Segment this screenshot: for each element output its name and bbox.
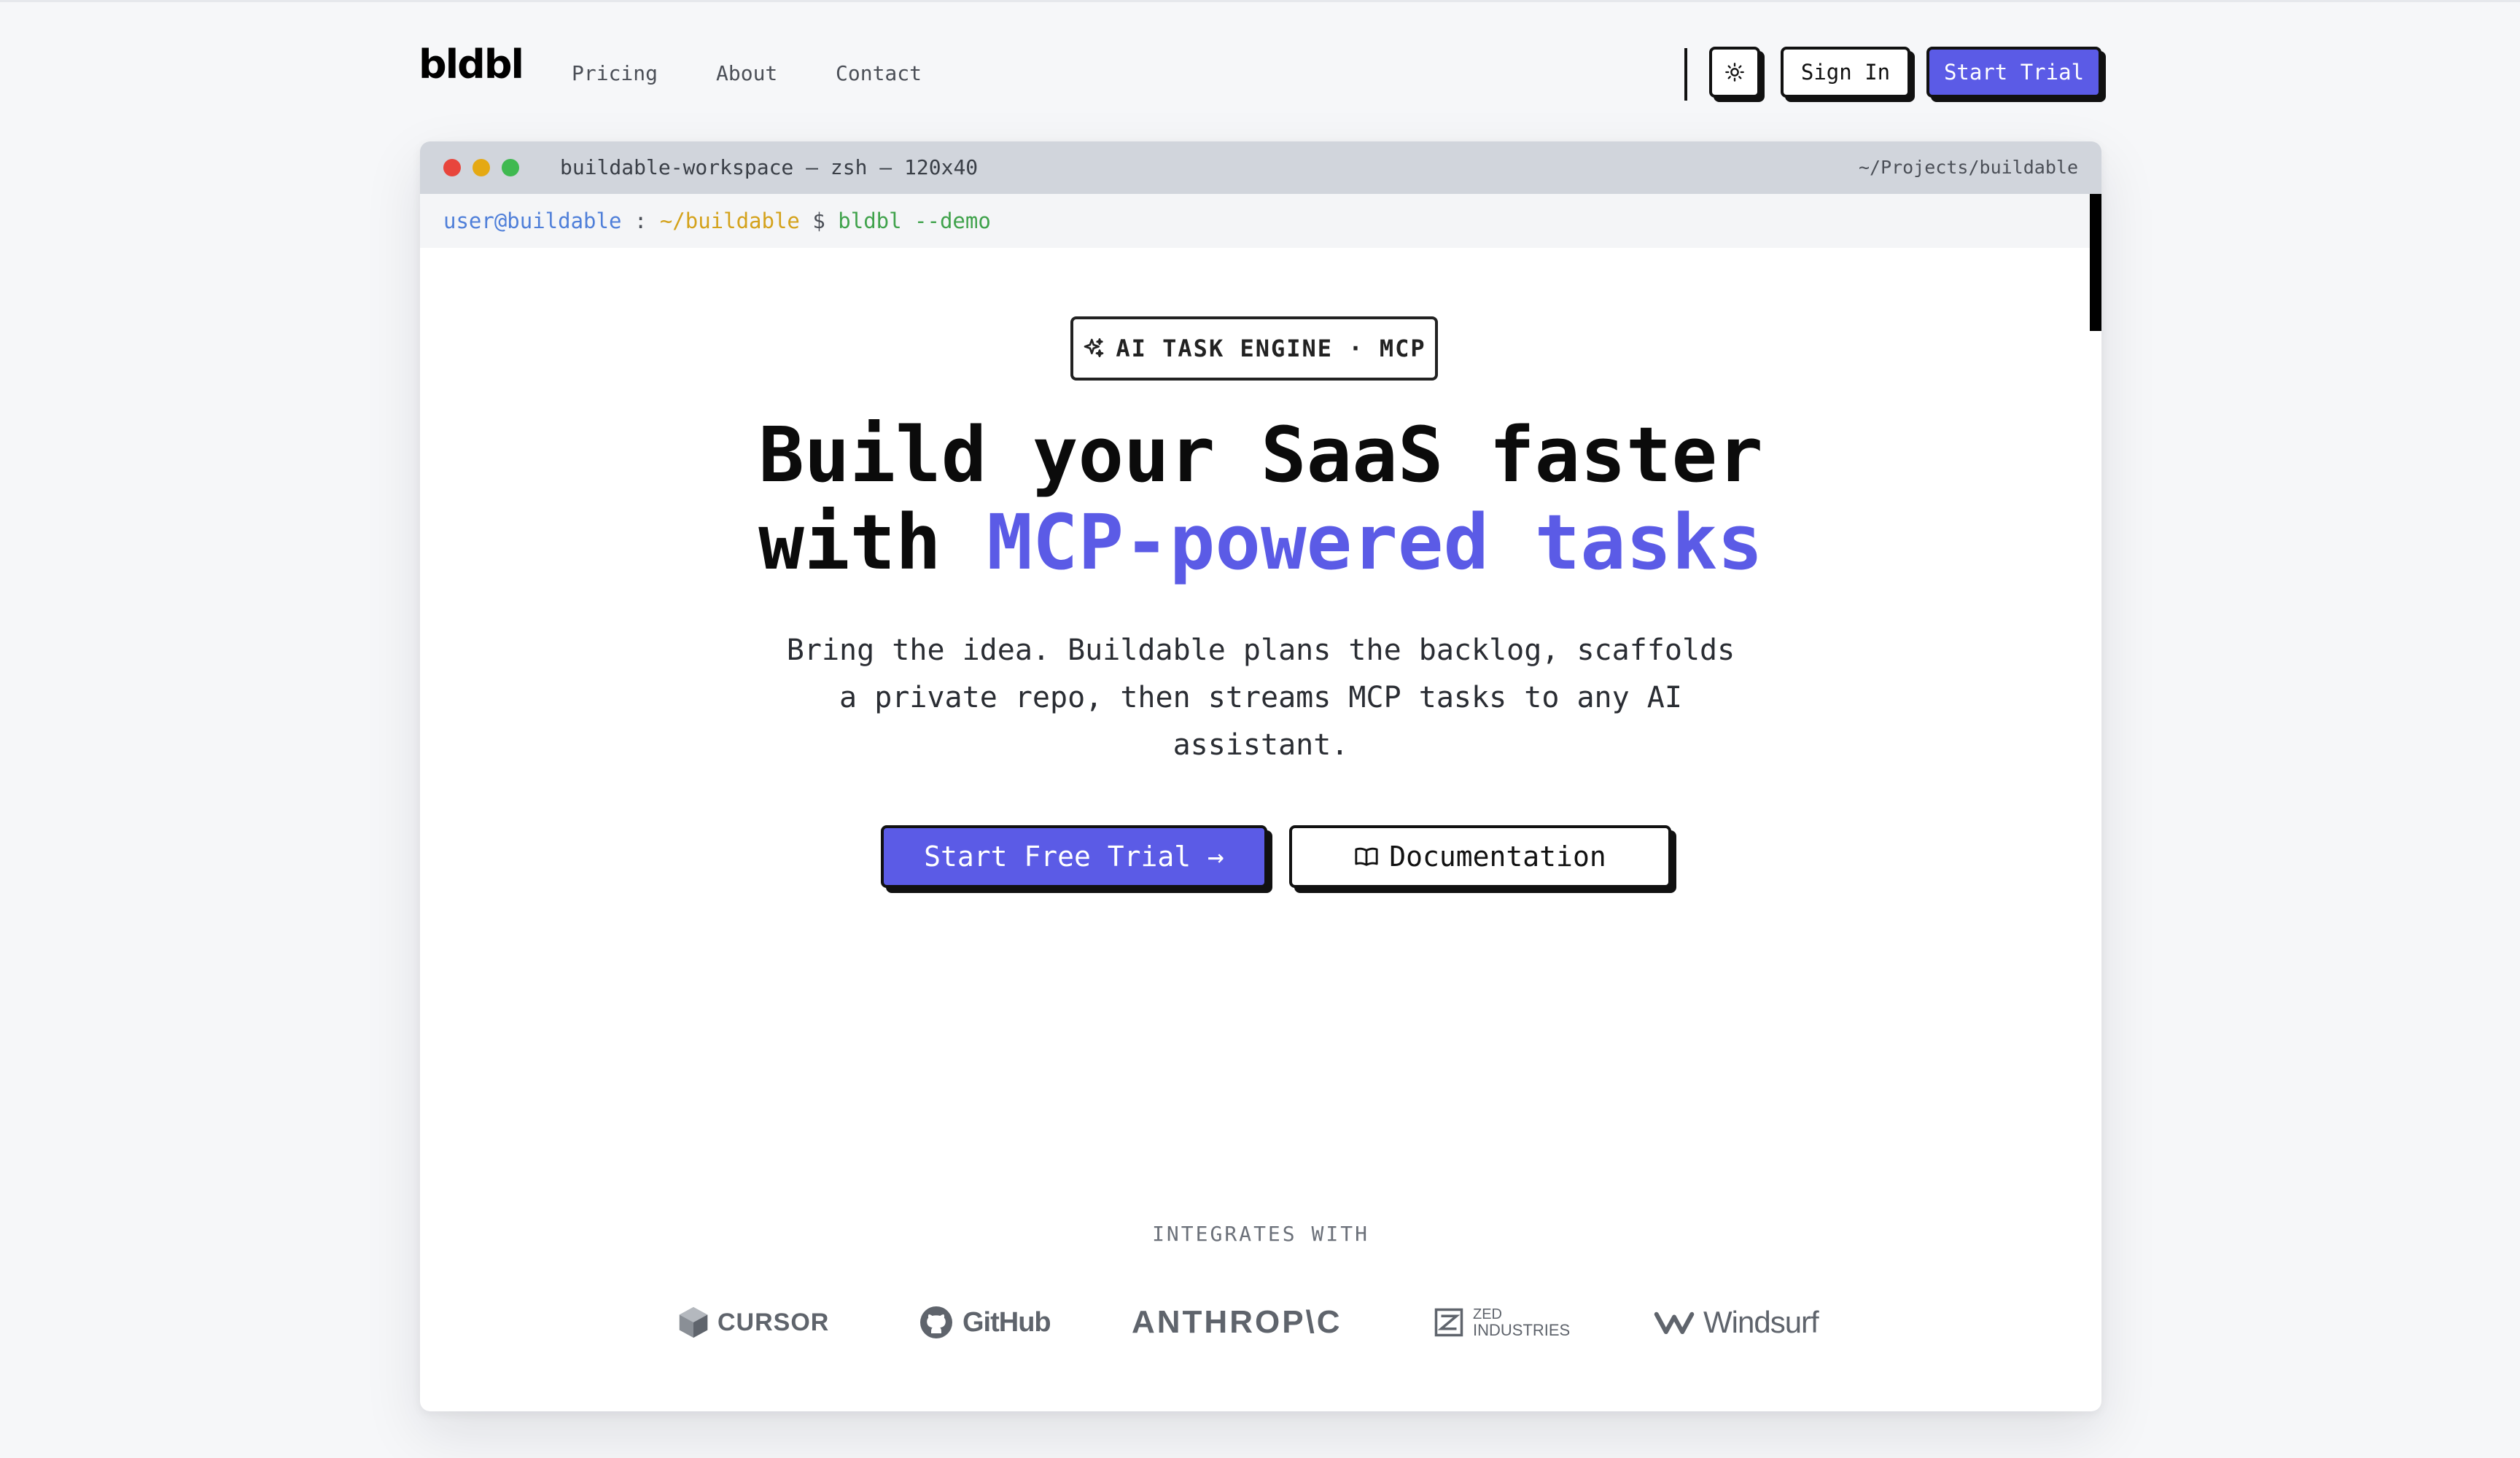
- terminal-prompt: user@buildable : ~/buildable $ bldbl --d…: [420, 194, 2101, 248]
- maximize-window-dot[interactable]: [502, 159, 519, 176]
- brand-github-label: GitHub: [962, 1306, 1051, 1338]
- windsurf-logo-icon: [1654, 1311, 1695, 1335]
- nav-link-contact[interactable]: Contact: [836, 61, 922, 86]
- terminal-window: buildable-workspace — zsh — 120x40 ~/Pro…: [420, 141, 2101, 1411]
- brand-zed-top: ZED: [1473, 1306, 1502, 1322]
- subtext-line-2: a private repo, then streams MCP tasks t…: [839, 681, 1682, 714]
- prompt-user: user@buildable: [443, 208, 622, 233]
- brand-zed: ZED INDUSTRIES: [1434, 1293, 1570, 1352]
- prompt-command: bldbl --demo: [838, 208, 991, 233]
- start-free-trial-button[interactable]: Start Free Trial →: [881, 825, 1267, 888]
- headline-line-2-prefix: with: [758, 498, 987, 587]
- sparkle-icon: [1084, 338, 1104, 357]
- nav-divider: [1684, 48, 1687, 101]
- theme-toggle-button[interactable]: [1709, 47, 1760, 98]
- prompt-separator: :: [621, 208, 660, 233]
- sign-in-button[interactable]: Sign In: [1781, 47, 1910, 98]
- window-title: buildable-workspace — zsh — 120x40: [560, 155, 979, 179]
- integrations-heading: INTEGRATES WITH: [1152, 1222, 1369, 1246]
- brand-windsurf-label: Windsurf: [1703, 1305, 1819, 1339]
- start-trial-button[interactable]: Start Trial: [1926, 47, 2101, 98]
- minimize-window-dot[interactable]: [472, 159, 490, 176]
- window-path: ~/Projects/buildable: [1858, 157, 2078, 178]
- brand-anthropic-label: ANTHROP\C: [1132, 1304, 1342, 1340]
- brand-github: GitHub: [919, 1293, 1051, 1352]
- close-window-dot[interactable]: [443, 159, 461, 176]
- hero-headline: Build your SaaS faster with MCP-powered …: [420, 411, 2101, 586]
- nav-link-pricing[interactable]: Pricing: [572, 61, 658, 86]
- zed-logo-icon: [1434, 1308, 1463, 1337]
- subtext-line-3: assistant.: [1172, 728, 1349, 762]
- top-nav: bldbl Pricing About Contact Sign In Star…: [419, 45, 2101, 101]
- book-icon: [1355, 847, 1378, 866]
- headline-accent: MCP-powered tasks: [987, 498, 1763, 587]
- prompt-dollar: $: [799, 208, 839, 233]
- hero-badge: AI TASK ENGINE · MCP: [1070, 316, 1438, 381]
- hero-subtext: Bring the idea. Buildable plans the back…: [420, 627, 2101, 769]
- headline-line-1: Build your SaaS faster: [758, 410, 1763, 499]
- badge-label: AI TASK ENGINE · MCP: [1116, 335, 1426, 362]
- window-titlebar: buildable-workspace — zsh — 120x40 ~/Pro…: [420, 141, 2101, 194]
- integration-logos: CURSOR GitHub ANTHROP\C ZED INDUSTRIES W…: [420, 1293, 2101, 1352]
- brand-cursor-label: CURSOR: [718, 1308, 830, 1336]
- documentation-button[interactable]: Documentation: [1289, 825, 1671, 888]
- brand-anthropic: ANTHROP\C: [1132, 1293, 1342, 1352]
- cursor-cube-icon: [679, 1307, 708, 1338]
- subtext-line-1: Bring the idea. Buildable plans the back…: [786, 634, 1735, 667]
- documentation-label: Documentation: [1389, 841, 1606, 873]
- brand-zed-bottom: INDUSTRIES: [1473, 1321, 1571, 1339]
- brand-cursor: CURSOR: [678, 1293, 829, 1352]
- brand-windsurf: Windsurf: [1654, 1293, 1819, 1352]
- top-border: [0, 0, 2520, 2]
- nav-link-about[interactable]: About: [716, 61, 777, 86]
- logo[interactable]: bldbl: [419, 45, 524, 101]
- prompt-path: ~/buildable: [659, 208, 800, 233]
- github-octocat-icon: [920, 1306, 952, 1338]
- sun-icon: [1725, 63, 1744, 82]
- scrollbar-thumb[interactable]: [2090, 194, 2101, 331]
